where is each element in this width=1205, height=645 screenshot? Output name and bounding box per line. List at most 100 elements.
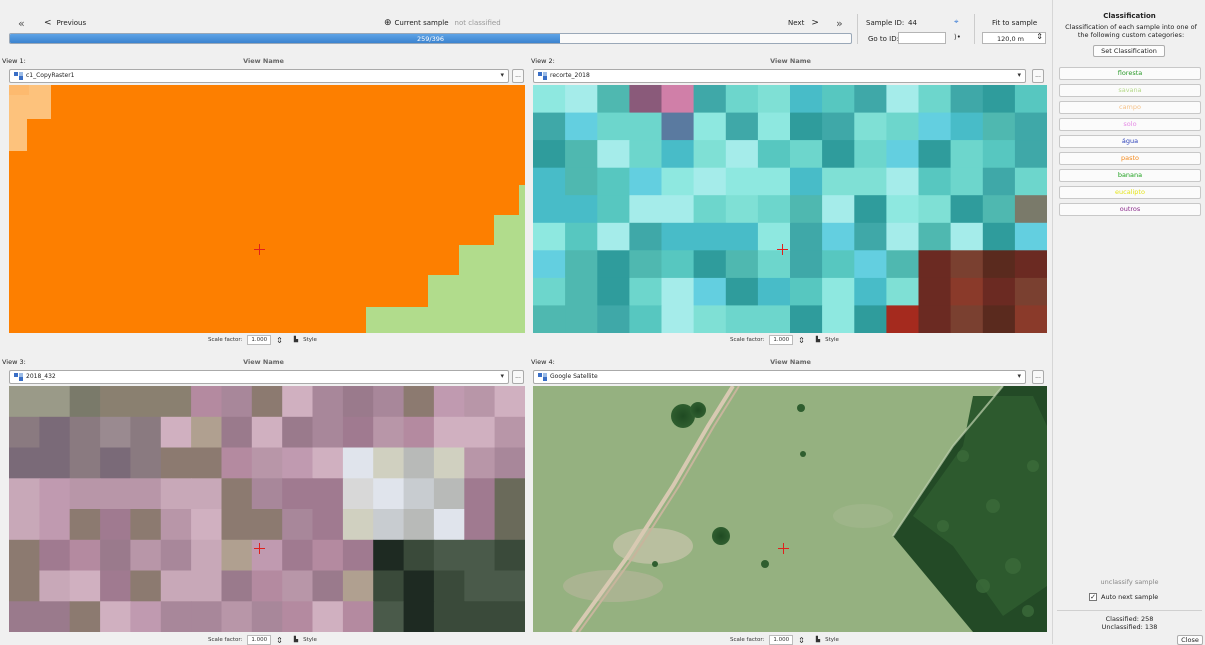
unclassify-sample-button[interactable]: unclassify sample [1053,578,1205,586]
category-button-floresta[interactable]: floresta [1059,67,1201,80]
set-classification-button[interactable]: Set Classification [1093,45,1165,57]
auto-next-toggle[interactable]: ✓ Auto next sample [1089,593,1158,601]
layer-select[interactable]: 2018_432 ▾ [9,370,509,384]
view-header: View 1: View Name [0,54,527,68]
scale-factor-input[interactable]: 1.000 [769,335,794,345]
double-chevron-right-icon: » [836,16,843,30]
dropdown-arrow-icon: ▾ [1017,71,1021,79]
fit-distance-value: 120,0 m [997,35,1025,43]
layer-select[interactable]: c1_CopyRaster1 ▾ [9,69,509,83]
category-button-pasto[interactable]: pasto [1059,152,1201,165]
raster-layer-icon [14,72,23,80]
view-name-field[interactable]: View Name [0,57,527,65]
chevron-left-icon: < [44,18,52,28]
map-canvas[interactable] [9,386,525,632]
category-button--gua[interactable]: água [1059,135,1201,148]
layer-options-button[interactable]: ... [1032,370,1044,384]
layer-name: Google Satellite [550,373,598,380]
layer-options-button[interactable]: ... [1032,69,1044,83]
pin-icon[interactable]: ⌖ [954,17,959,27]
scale-controls: Scale factor: 1.000 ⇕ ▙ Style [208,335,317,345]
dropdown-arrow-icon: ▾ [1017,372,1021,380]
current-sample-label: Current sample [394,19,449,27]
paintbrush-icon: ▙ [293,637,299,643]
sample-crosshair-icon [778,543,789,554]
goto-id-input[interactable] [898,32,946,44]
next-button[interactable]: Next > [788,14,819,32]
classification-description: Classification of each sample into one o… [1065,23,1197,39]
map-canvas[interactable] [533,85,1047,333]
view-name-field[interactable]: View Name [0,358,527,366]
category-button-campo[interactable]: campo [1059,101,1201,114]
fit-distance-input[interactable]: 120,0 m ⇕ [982,32,1046,44]
raster-layer-icon [538,373,547,381]
raster-layer-icon [14,373,23,381]
scale-factor-label: Scale factor: [208,337,243,343]
progress-bar: 259/396 [9,33,852,44]
view-name-field[interactable]: View Name [529,358,1052,366]
map-canvas[interactable] [9,85,525,333]
map-canvas[interactable] [533,386,1047,632]
first-sample-button[interactable]: « [18,14,25,32]
dropdown-arrow-icon: ▾ [500,71,504,79]
navigation-bar: « < Previous ⊕ Current sample not classi… [0,0,1052,46]
style-button[interactable]: Style [303,337,317,343]
spin-arrows-icon[interactable]: ⇕ [276,636,283,645]
spin-arrows-icon[interactable]: ⇕ [798,636,805,645]
crosshair-target-icon: ⊕ [384,18,392,28]
scale-factor-input[interactable]: 1.000 [247,335,272,345]
category-button-banana[interactable]: banana [1059,169,1201,182]
view-panel-3: View 3: View Name 2018_432 ▾ ... Scale f… [0,355,527,645]
previous-button[interactable]: < Previous [44,14,86,32]
category-button-eucalipto[interactable]: eucalipto [1059,186,1201,199]
satellite-image [533,386,1047,632]
raster-image [533,85,1047,333]
sample-crosshair-icon [254,244,265,255]
sample-id-value: 44 [908,19,917,27]
style-button[interactable]: Style [825,637,839,643]
view-panel-1: View 1: View Name c1_CopyRaster1 ▾ ... S… [0,54,527,347]
raster-image [9,386,525,632]
next-label: Next [788,19,805,27]
view-panel-2: View 2: View Name recorte_2018 ▾ ... Sca… [529,54,1052,347]
divider [1057,610,1202,611]
layer-options-button[interactable]: ... [512,69,524,83]
goto-id-label: Go to ID: [868,35,899,43]
sample-crosshair-icon [777,244,788,255]
auto-next-label: Auto next sample [1101,593,1159,601]
raster-image [9,85,525,333]
style-button[interactable]: Style [825,337,839,343]
view-header: View 2: View Name [529,54,1052,68]
chevron-right-icon: > [811,18,819,28]
classification-title: Classification [1103,12,1156,20]
view-name-field[interactable]: View Name [529,57,1052,65]
paintbrush-icon: ▙ [815,637,821,643]
category-button-savana[interactable]: savana [1059,84,1201,97]
layer-options-button[interactable]: ... [512,370,524,384]
spin-arrows-icon[interactable]: ⇕ [1036,32,1043,42]
fit-to-sample-label: Fit to sample [992,19,1038,27]
category-button-outros[interactable]: outros [1059,203,1201,216]
paintbrush-icon: ▙ [815,337,821,343]
checkbox-checked-icon[interactable]: ✓ [1089,593,1097,601]
layer-select[interactable]: Google Satellite ▾ [533,370,1026,384]
layer-select[interactable]: recorte_2018 ▾ [533,69,1026,83]
paintbrush-icon: ▙ [293,337,299,343]
style-button[interactable]: Style [303,637,317,643]
dropdown-arrow-icon: ▾ [500,372,504,380]
divider [974,14,975,44]
goto-arrow-icon[interactable]: ⟩• [954,33,961,41]
scale-factor-label: Scale factor: [730,637,765,643]
current-sample-button[interactable]: ⊕ Current sample not classified [384,14,501,32]
double-chevron-left-icon: « [18,16,25,30]
last-sample-button[interactable]: » [836,14,843,32]
view-header: View 3: View Name [0,355,527,369]
unclassified-count: Unclassified: 138 [1101,623,1158,631]
raster-layer-icon [538,72,547,80]
classified-count: Classified: 258 [1105,615,1154,623]
classification-panel: Classification Classification of each sa… [1052,0,1205,645]
category-button-solo[interactable]: solo [1059,118,1201,131]
spin-arrows-icon[interactable]: ⇕ [276,336,283,345]
sample-crosshair-icon [254,543,265,554]
spin-arrows-icon[interactable]: ⇕ [798,336,805,345]
